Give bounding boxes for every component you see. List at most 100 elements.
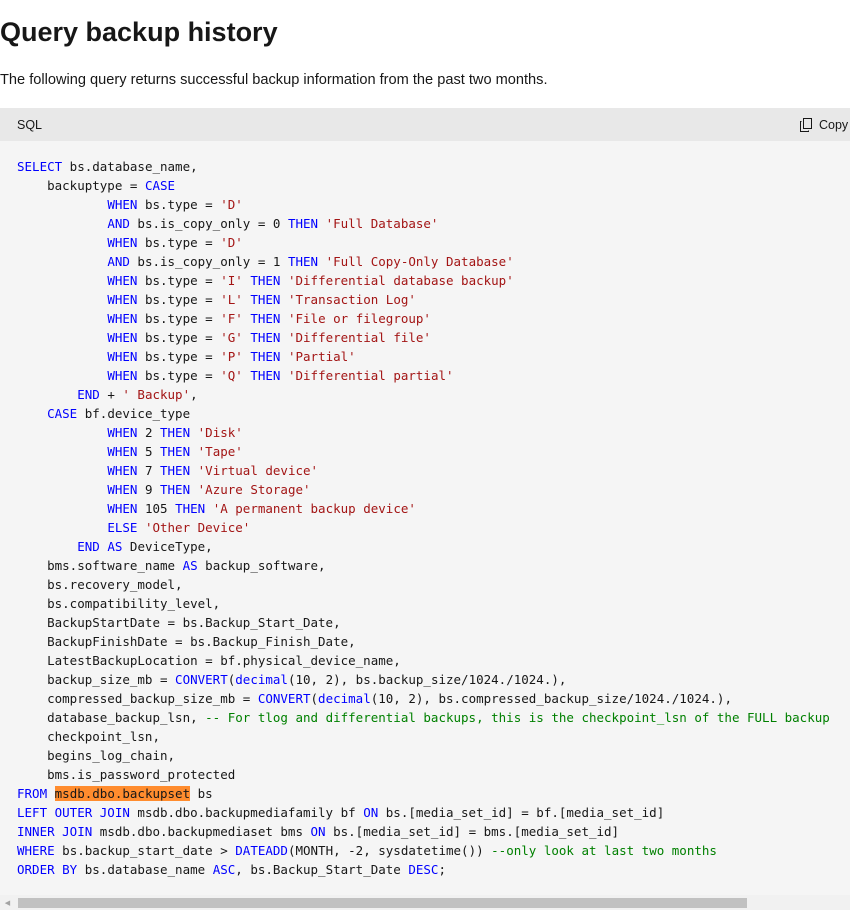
sql-string: 'File or filegroup'	[287, 311, 431, 326]
sql-string: 'Differential partial'	[287, 368, 454, 383]
code-text: begins_log_chain,	[17, 748, 176, 763]
code-line: LEFT OUTER JOIN msdb.dbo.backupmediafami…	[17, 805, 664, 820]
code-line: WHEN bs.type = 'D'	[17, 235, 242, 250]
code-text: bs.backup_start_date >	[54, 843, 236, 858]
code-text: bms.software_name	[17, 558, 183, 573]
sql-comment: --only look at last two months	[491, 843, 717, 858]
sql-keyword: FROM	[17, 786, 48, 801]
code-line: backup_size_mb = CONVERT(decimal(10, 2),…	[17, 672, 566, 687]
sql-keyword: LEFT OUTER JOIN	[17, 805, 130, 820]
sql-string: 'L'	[220, 292, 243, 307]
code-text: bs.type =	[137, 311, 221, 326]
code-text: bs.type =	[137, 235, 221, 250]
sql-keyword: decimal	[318, 691, 371, 706]
code-text: (MONTH, -2, sysdatetime())	[287, 843, 492, 858]
code-text: bf.device_type	[77, 406, 191, 421]
code-line: WHEN bs.type = 'P' THEN 'Partial'	[17, 349, 355, 364]
code-line: AND bs.is_copy_only = 0 THEN 'Full Datab…	[17, 216, 438, 231]
sql-string: 'I'	[220, 273, 243, 288]
sql-keyword: ASC	[212, 862, 236, 877]
code-line: END + ' Backup',	[17, 387, 198, 402]
code-text: bs.type =	[137, 330, 221, 345]
horizontal-scrollbar[interactable]: ◀	[0, 895, 850, 910]
sql-keyword: AS	[107, 539, 123, 554]
page-title: Query backup history	[0, 17, 278, 47]
sql-keyword: THEN	[250, 368, 281, 383]
code-text: bs.[media_set_id] = bms.[media_set_id]	[325, 824, 620, 839]
sql-keyword: THEN	[250, 273, 281, 288]
code-text: 105	[137, 501, 176, 516]
sql-keyword: WHEN	[107, 463, 138, 478]
sql-keyword: AND	[107, 216, 130, 231]
code-text: 5	[137, 444, 160, 459]
sql-keyword: CONVERT	[175, 672, 228, 687]
sql-keyword: WHEN	[107, 311, 138, 326]
sql-keyword: THEN	[160, 425, 191, 440]
sql-keyword: THEN	[250, 349, 281, 364]
code-text: bs.type =	[137, 349, 221, 364]
sql-keyword: WHEN	[107, 330, 138, 345]
code-line: WHEN 5 THEN 'Tape'	[17, 444, 242, 459]
sql-string: 'P'	[220, 349, 243, 364]
code-line: checkpoint_lsn,	[17, 729, 160, 744]
code-text: database_backup_lsn,	[17, 710, 206, 725]
search-highlight: msdb.dbo.backupset	[54, 786, 191, 801]
sql-keyword: WHEN	[107, 197, 138, 212]
code-text: bs.compatibility_level,	[17, 596, 221, 611]
code-line: WHEN bs.type = 'I' THEN 'Differential da…	[17, 273, 513, 288]
copy-button-label: Copy	[819, 118, 849, 132]
code-text: 7	[137, 463, 160, 478]
sql-keyword: THEN	[250, 292, 281, 307]
sql-keyword: AS	[182, 558, 198, 573]
sql-string: 'Full Copy-Only Database'	[325, 254, 514, 269]
code-text: msdb.dbo.backupmediafamily bf	[129, 805, 364, 820]
code-text: BackupStartDate = bs.Backup_Start_Date,	[17, 615, 341, 630]
arrow-left-icon[interactable]: ◀	[0, 895, 15, 910]
code-line: backuptype = CASE	[17, 178, 175, 193]
sql-keyword: THEN	[250, 330, 281, 345]
scrollbar-thumb[interactable]	[18, 898, 747, 908]
code-text: +	[99, 387, 123, 402]
code-text: ,	[190, 387, 198, 402]
sql-keyword: DATEADD	[235, 843, 288, 858]
code-language-label: SQL	[17, 118, 43, 132]
sql-string: 'Other Device'	[144, 520, 251, 535]
code-text: 2	[137, 425, 160, 440]
sql-keyword: THEN	[160, 482, 191, 497]
code-text: (10, 2), bs.backup_size/1024./1024.),	[287, 672, 567, 687]
code-line: bs.recovery_model,	[17, 577, 182, 592]
code-line: SELECT bs.database_name,	[17, 159, 198, 174]
sql-string: 'A permanent backup device'	[212, 501, 416, 516]
sql-keyword: THEN	[160, 444, 191, 459]
sql-keyword: CASE	[144, 178, 176, 193]
sql-keyword: WHEN	[107, 235, 138, 250]
sql-comment: -- For tlog and differential backups, th…	[205, 710, 830, 725]
code-line: WHEN bs.type = 'Q' THEN 'Differential pa…	[17, 368, 454, 383]
code-line: LatestBackupLocation = bf.physical_devic…	[17, 653, 401, 668]
sql-code[interactable]: SELECT bs.database_name, backuptype = CA…	[17, 157, 850, 879]
code-body[interactable]: SELECT bs.database_name, backuptype = CA…	[17, 157, 850, 879]
code-text: (	[310, 691, 319, 706]
code-text: (10, 2), bs.compressed_backup_size/1024.…	[370, 691, 732, 706]
code-line: AND bs.is_copy_only = 1 THEN 'Full Copy-…	[17, 254, 514, 269]
sql-keyword: THEN	[250, 311, 281, 326]
code-line: WHEN 2 THEN 'Disk'	[17, 425, 242, 440]
sql-keyword: THEN	[175, 501, 206, 516]
copy-button[interactable]: Copy	[799, 115, 848, 135]
code-line: WHEN 9 THEN 'Azure Storage'	[17, 482, 310, 497]
code-line: compressed_backup_size_mb = CONVERT(deci…	[17, 691, 732, 706]
